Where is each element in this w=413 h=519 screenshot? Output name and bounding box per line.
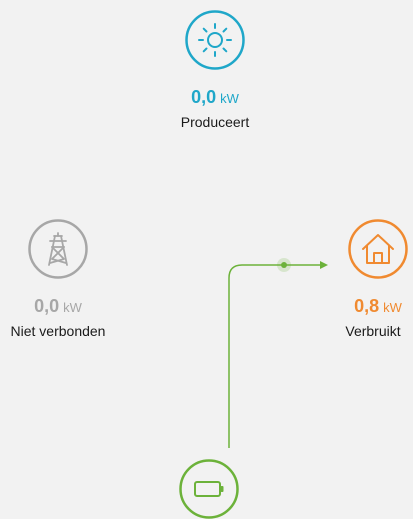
- home-status-label: Verbruikt: [345, 323, 401, 339]
- home-unit: kW: [383, 300, 402, 315]
- home-circle: [348, 219, 408, 279]
- solar-status-label: Produceert: [180, 114, 250, 130]
- solar-unit: kW: [220, 91, 239, 106]
- power-pylon-icon: [28, 219, 88, 279]
- solar-node[interactable]: 0,0 kW Produceert: [150, 10, 280, 130]
- home-power-value: 0,8 kW: [313, 297, 413, 317]
- solar-power-value: 0,0 kW: [150, 88, 280, 108]
- house-icon: [348, 219, 408, 279]
- grid-unit: kW: [63, 300, 82, 315]
- solar-value: 0,0: [191, 87, 217, 107]
- home-value: 0,8: [354, 296, 380, 316]
- grid-status-label: Niet verbonden: [10, 323, 106, 339]
- grid-node[interactable]: 0,0 kW Niet verbonden: [0, 219, 123, 339]
- home-node[interactable]: 0,8 kW Verbruikt: [313, 219, 413, 339]
- flow-dot: [281, 262, 287, 268]
- grid-value: 0,0: [34, 296, 60, 316]
- grid-circle: [28, 219, 88, 279]
- sun-icon: [185, 10, 245, 70]
- solar-circle: [185, 10, 245, 70]
- battery-circle: [181, 451, 241, 511]
- energy-flow-panel: 0,0 kW Produceert 0,0 kW Niet verbonden …: [0, 0, 413, 494]
- grid-power-value: 0,0 kW: [0, 297, 123, 317]
